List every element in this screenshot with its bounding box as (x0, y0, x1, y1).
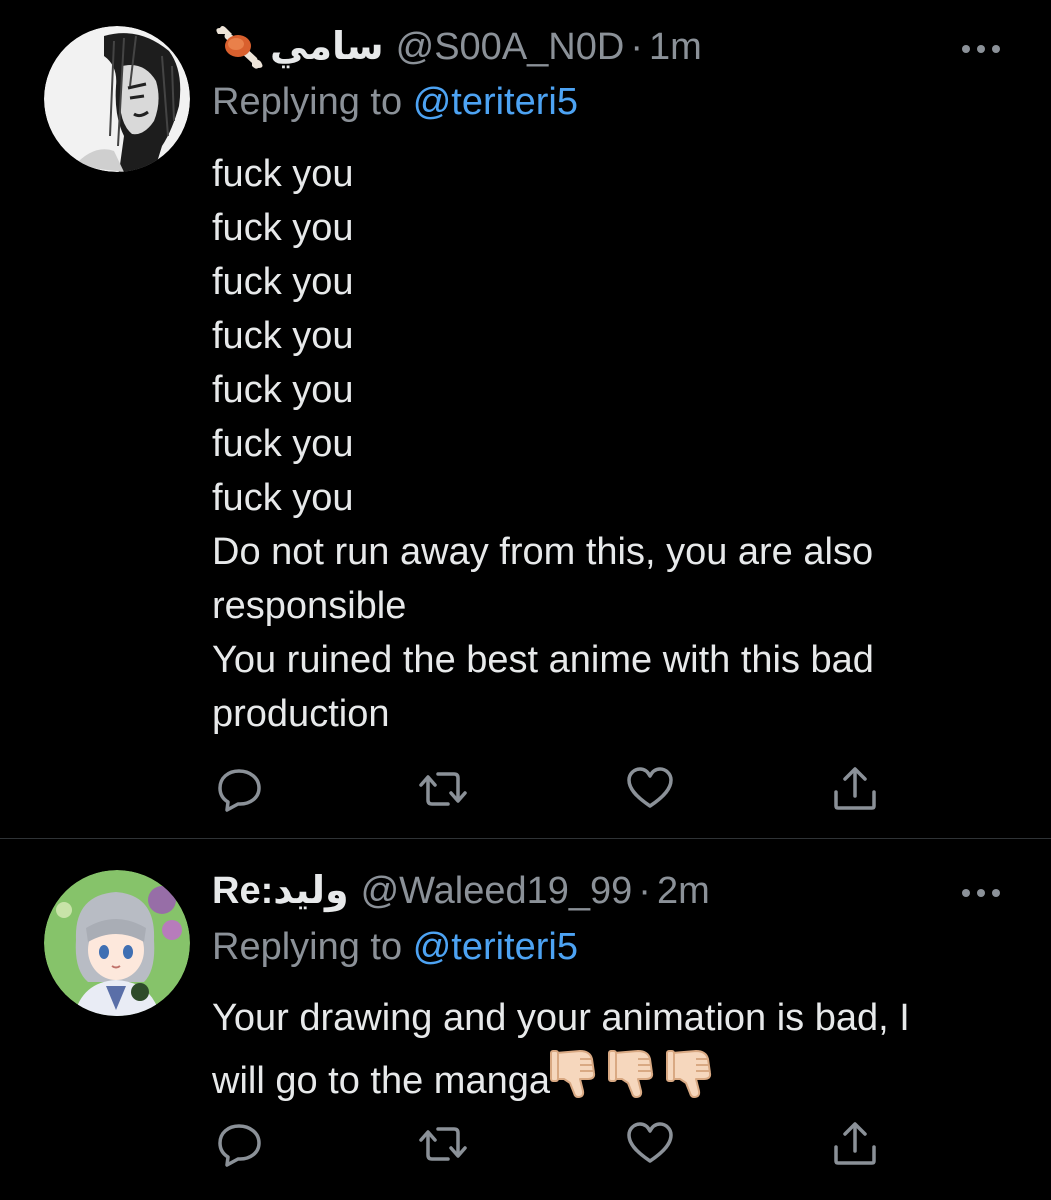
heart-icon[interactable] (625, 1119, 675, 1169)
tweet-header: Re:وليد @Waleed19_99 · 2m (212, 868, 710, 914)
display-name[interactable]: Re:وليد (212, 868, 349, 914)
display-name[interactable]: سامي (270, 24, 384, 70)
tweet-text-line: fuck you (212, 207, 354, 249)
tweet-text-line: Your drawing and your animation is bad, … (212, 997, 910, 1039)
tweet-text-line: production (212, 693, 390, 735)
share-icon[interactable] (830, 1119, 880, 1169)
reply-mention-link[interactable]: @teriteri5 (413, 81, 578, 123)
tweet-header: سامي @S00A_N0D · 1m (212, 24, 702, 70)
tweet-text-line: fuck you (212, 315, 354, 357)
tweet-text-fragment: will go to the manga (212, 1060, 550, 1102)
tweet-text-line: fuck you (212, 153, 354, 195)
tweet-text-line: fuck you (212, 477, 354, 519)
avatar[interactable] (44, 26, 190, 172)
tweet-text-line-with-emoji: will go to the manga (212, 1045, 1002, 1114)
more-horizontal-icon[interactable] (961, 41, 1001, 53)
tweet-text-line: Do not run away from this, you are also (212, 531, 874, 573)
separator-dot: · (638, 870, 651, 912)
tweet-text-line: fuck you (212, 369, 354, 411)
tweet-text: fuck you fuck you fuck you fuck you fuck… (212, 147, 1002, 741)
separator-dot: · (630, 26, 643, 68)
more-horizontal-icon[interactable] (961, 885, 1001, 897)
reply-icon[interactable] (215, 764, 265, 814)
reply-icon[interactable] (215, 1119, 265, 1169)
replying-to-label: Replying to (212, 81, 403, 123)
retweet-icon[interactable] (418, 764, 468, 814)
meat-on-bone-icon (212, 24, 268, 70)
tweet[interactable]: Re:وليد @Waleed19_99 · 2m Replying to @t… (0, 839, 1051, 1200)
tweet-actions (210, 1119, 890, 1169)
replying-to-label: Replying to (212, 926, 403, 968)
tweet-text-line: responsible (212, 585, 407, 627)
tweet-actions (210, 764, 890, 814)
tweet[interactable]: سامي @S00A_N0D · 1m Replying to @teriter… (0, 0, 1051, 838)
reply-mention-link[interactable]: @teriteri5 (413, 926, 578, 968)
timestamp[interactable]: 1m (649, 24, 702, 70)
user-handle[interactable]: @S00A_N0D (396, 24, 625, 70)
timestamp[interactable]: 2m (657, 868, 710, 914)
replying-to: Replying to @teriteri5 (212, 79, 578, 125)
replying-to: Replying to @teriteri5 (212, 924, 578, 970)
heart-icon[interactable] (625, 764, 675, 814)
tweet-text-line: You ruined the best anime with this bad (212, 639, 874, 681)
tweet-text-line: fuck you (212, 261, 354, 303)
retweet-icon[interactable] (418, 1119, 468, 1169)
avatar[interactable] (44, 870, 190, 1016)
share-icon[interactable] (830, 764, 880, 814)
tweet-text: Your drawing and your animation is bad, … (212, 991, 1002, 1114)
user-handle[interactable]: @Waleed19_99 (361, 868, 633, 914)
thumbs-down-icon (549, 1045, 724, 1114)
tweet-text-line: fuck you (212, 423, 354, 465)
